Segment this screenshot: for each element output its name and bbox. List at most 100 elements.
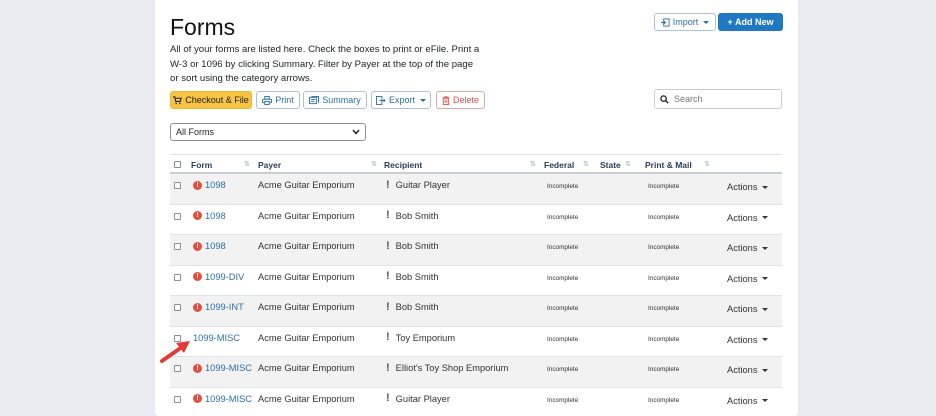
payer-cell: Acme Guitar Emporium bbox=[258, 271, 355, 282]
column-header-form[interactable]: Form bbox=[191, 160, 212, 170]
form-cell: ! 1098 bbox=[193, 241, 226, 251]
form-cell: ! 1099-MISC bbox=[193, 363, 252, 373]
trash-icon bbox=[442, 95, 450, 105]
column-header-payer[interactable]: Payer bbox=[258, 160, 281, 170]
chevron-down-icon bbox=[761, 307, 768, 311]
chevron-down-icon bbox=[761, 277, 768, 280]
table-row: ! 1099-DIV Acme Guitar Emporium ! Bob Smith I… bbox=[170, 266, 782, 296]
form-link[interactable]: 1099-MISC bbox=[205, 363, 252, 373]
recipient-cell: ! Bob Smith bbox=[386, 271, 439, 282]
warning-icon: ! bbox=[386, 209, 390, 221]
sort-icon[interactable]: ⇅ bbox=[704, 160, 710, 168]
payer-cell: Acme Guitar Emporium bbox=[258, 210, 355, 221]
sort-icon[interactable]: ⇅ bbox=[583, 160, 589, 168]
sort-icon[interactable]: ⇅ bbox=[371, 160, 377, 168]
actions-label: Actions bbox=[727, 304, 758, 314]
actions-label: Actions bbox=[727, 395, 758, 406]
summary-button[interactable]: Summary bbox=[303, 91, 367, 109]
delete-button[interactable]: Delete bbox=[436, 91, 485, 109]
column-header-federal[interactable]: Federal bbox=[544, 160, 574, 170]
form-filter-select[interactable]: All Forms bbox=[170, 123, 366, 141]
warning-icon: ! bbox=[386, 392, 390, 404]
chevron-down-icon bbox=[703, 20, 710, 24]
chevron-down-icon bbox=[352, 129, 360, 135]
warning-icon: ! bbox=[386, 361, 390, 374]
column-header-print-mail[interactable]: Print & Mail bbox=[645, 160, 692, 170]
form-link[interactable]: 1098 bbox=[205, 180, 226, 190]
table-row: ! 1098 Acme Guitar Emporium! Bob Smith Incom… bbox=[170, 235, 782, 266]
print-button[interactable]: Print bbox=[256, 91, 300, 109]
add-new-button[interactable]: + Add New bbox=[718, 13, 783, 31]
warning-icon: ! bbox=[386, 239, 390, 252]
warning-icon: ! bbox=[386, 178, 390, 191]
form-link[interactable]: 1098 bbox=[205, 241, 226, 251]
sort-icon[interactable]: ⇅ bbox=[625, 160, 631, 168]
form-cell: ! 1099-DIV bbox=[193, 272, 244, 282]
search-input[interactable] bbox=[674, 94, 774, 104]
actions-dropdown[interactable]: Actions bbox=[727, 396, 768, 406]
print-mail-status: Incomplete bbox=[648, 183, 680, 190]
search-icon bbox=[660, 94, 669, 104]
delete-label: Delete bbox=[452, 95, 479, 105]
actions-dropdown[interactable]: Actions bbox=[727, 304, 768, 314]
warning-icon: ! bbox=[386, 331, 390, 343]
alert-icon: ! bbox=[193, 211, 202, 220]
chevron-down-icon bbox=[761, 338, 768, 341]
actions-dropdown[interactable]: Actions bbox=[727, 213, 768, 223]
row-checkbox[interactable] bbox=[174, 365, 181, 372]
row-checkbox[interactable] bbox=[174, 243, 181, 250]
form-link[interactable]: 1099-DIV bbox=[205, 272, 244, 282]
payer-cell: Acme Guitar Emporium bbox=[258, 332, 355, 343]
payer-cell: Acme Guitar Emporium bbox=[258, 393, 355, 404]
recipient-cell: ! Bob Smith bbox=[386, 239, 439, 252]
print-mail-status: Incomplete bbox=[648, 396, 680, 404]
recipient-name: Bob Smith bbox=[395, 241, 439, 251]
print-mail-status: Incomplete bbox=[648, 244, 680, 251]
actions-label: Actions bbox=[727, 212, 758, 223]
federal-status: Incomplete bbox=[547, 335, 579, 343]
table-row: 1099-MISC Acme Guitar Emporium! Toy Empori… bbox=[170, 327, 782, 357]
actions-dropdown[interactable]: Actions bbox=[727, 335, 768, 345]
actions-dropdown[interactable]: Actions bbox=[727, 182, 768, 192]
checkout-file-button[interactable]: Checkout & File bbox=[170, 91, 252, 109]
row-checkbox[interactable] bbox=[174, 304, 181, 311]
row-checkbox[interactable] bbox=[174, 182, 181, 189]
recipient-cell: ! Guitar Player bbox=[386, 178, 450, 191]
form-link[interactable]: 1099-INT bbox=[205, 302, 244, 312]
alert-icon: ! bbox=[193, 394, 202, 403]
actions-dropdown[interactable]: Actions bbox=[727, 243, 768, 253]
actions-dropdown[interactable]: Actions bbox=[727, 365, 768, 375]
column-header-recipient[interactable]: Recipient bbox=[384, 160, 422, 170]
warning-icon: ! bbox=[386, 300, 390, 313]
row-checkbox[interactable] bbox=[174, 273, 181, 281]
select-all-checkbox[interactable] bbox=[174, 161, 181, 168]
table-row: ! 1099-INT Acme Guitar Emporium! Bob Smith I… bbox=[170, 296, 782, 327]
search-box bbox=[654, 89, 782, 109]
forms-page: Forms All of your forms are listed here.… bbox=[155, 0, 798, 416]
recipient-name: Toy Emporium bbox=[395, 332, 456, 343]
actions-label: Actions bbox=[727, 365, 758, 375]
form-link[interactable]: 1099-MISC bbox=[193, 333, 240, 343]
sort-icon[interactable]: ⇅ bbox=[244, 160, 250, 168]
alert-icon: ! bbox=[193, 180, 202, 190]
form-link[interactable]: 1098 bbox=[205, 211, 226, 221]
federal-status: Incomplete bbox=[547, 213, 579, 221]
row-checkbox[interactable] bbox=[174, 212, 181, 220]
sort-icon[interactable]: ⇅ bbox=[530, 160, 536, 168]
recipient-cell: ! Bob Smith bbox=[386, 300, 439, 313]
print-label: Print bbox=[275, 95, 294, 105]
summary-label: Summary bbox=[322, 95, 361, 105]
export-button[interactable]: Export bbox=[371, 91, 431, 109]
recipient-name: Bob Smith bbox=[395, 271, 439, 282]
actions-dropdown[interactable]: Actions bbox=[727, 274, 768, 284]
form-cell: ! 1099-MISC bbox=[193, 394, 252, 404]
row-checkbox[interactable] bbox=[174, 395, 181, 403]
print-mail-status: Incomplete bbox=[648, 274, 680, 282]
recipient-name: Bob Smith bbox=[395, 302, 439, 312]
column-header-state[interactable]: State bbox=[600, 160, 621, 170]
actions-label: Actions bbox=[727, 243, 758, 253]
federal-status: Incomplete bbox=[547, 366, 579, 373]
form-link[interactable]: 1099-MISC bbox=[205, 394, 252, 404]
import-button[interactable]: Import bbox=[654, 13, 716, 31]
chevron-down-icon bbox=[761, 246, 768, 250]
